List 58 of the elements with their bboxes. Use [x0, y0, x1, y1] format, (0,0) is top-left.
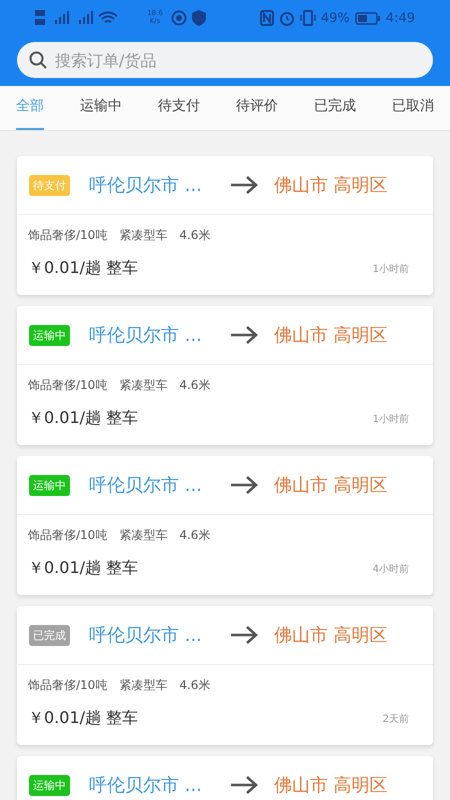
cargo-info: 饰品奢侈/10吨	[28, 677, 108, 694]
price-text: ￥0.01/趟 整车	[28, 408, 138, 429]
nfc-icon	[260, 10, 274, 26]
vehicle-length: 4.6米	[179, 377, 210, 394]
vehicle-type: 紧凑型车	[119, 227, 168, 244]
battery-percent: 49%	[320, 10, 350, 26]
destination-city: 佛山市 高明区	[274, 774, 388, 797]
vehicle-length: 4.6米	[179, 527, 210, 544]
vehicle-type: 紧凑型车	[119, 377, 168, 394]
status-badge: 已完成	[29, 624, 70, 646]
origin-city: 呼伦贝尔市 ...	[89, 474, 203, 497]
price-text: ￥0.01/趟 整车	[28, 258, 138, 279]
arrow-icon	[230, 325, 258, 345]
destination-city: 佛山市 高明区	[274, 174, 388, 197]
shield-icon	[192, 10, 206, 26]
origin-city: 呼伦贝尔市 ...	[89, 624, 203, 647]
status-badge: 运输中	[29, 324, 70, 346]
vibrate-icon	[300, 10, 316, 26]
filter-tab[interactable]: 已完成	[314, 86, 356, 130]
timestamp: 1小时前	[372, 412, 409, 426]
vehicle-length: 4.6米	[179, 227, 210, 244]
order-card[interactable]: 运输中 呼伦贝尔市 ... 佛山市 高明区 饰品奢侈/10吨 紧凑型车 4.6米 ￥0.01/趟 整车 4小时前	[17, 456, 433, 595]
battery-icon	[354, 12, 381, 24]
arrow-icon	[230, 475, 258, 495]
timestamp: 2天前	[382, 712, 409, 726]
origin-city: 呼伦贝尔市 ...	[89, 774, 203, 797]
filter-tab[interactable]: 待支付	[158, 86, 200, 130]
vehicle-type: 紧凑型车	[119, 677, 168, 694]
status-badge: 运输中	[29, 474, 70, 496]
status-badge: 待支付	[29, 174, 70, 196]
cargo-info: 饰品奢侈/10吨	[28, 527, 108, 544]
destination-city: 佛山市 高明区	[274, 474, 388, 497]
order-card[interactable]: 运输中 呼伦贝尔市 ... 佛山市 高明区 饰品奢侈/10吨 紧凑型车 4.6米 ￥0.01/趟 整车 1小时前	[17, 306, 433, 445]
search-field[interactable]: 搜索订单/货品	[17, 42, 433, 78]
timestamp: 1小时前	[372, 262, 409, 276]
filter-tab[interactable]: 运输中	[80, 86, 122, 130]
order-card[interactable]: 待支付 呼伦贝尔市 ... 佛山市 高明区 饰品奢侈/10吨 紧凑型车 4.6米 ￥0.01/趟 整车 1小时前	[17, 156, 433, 295]
status-badge: 运输中	[29, 774, 70, 796]
destination-city: 佛山市 高明区	[274, 624, 388, 647]
cargo-info: 饰品奢侈/10吨	[28, 377, 108, 394]
order-card[interactable]: 已完成 呼伦贝尔市 ... 佛山市 高明区 饰品奢侈/10吨 紧凑型车 4.6米 ￥0.01/趟 整车 2天前	[17, 606, 433, 745]
filter-tab[interactable]: 待评价	[236, 86, 278, 130]
price-text: ￥0.01/趟 整车	[28, 558, 138, 579]
clock: 4:49	[386, 10, 415, 26]
app-icon	[171, 10, 187, 26]
origin-city: 呼伦贝尔市 ...	[89, 324, 203, 347]
cargo-info: 饰品奢侈/10吨	[28, 227, 108, 244]
vehicle-length: 4.6米	[179, 677, 210, 694]
price-text: ￥0.01/趟 整车	[28, 708, 138, 729]
arrow-icon	[230, 775, 258, 795]
filter-tab[interactable]: 已取消	[392, 86, 434, 130]
alarm-icon	[278, 10, 295, 26]
origin-city: 呼伦贝尔市 ...	[89, 174, 203, 197]
destination-city: 佛山市 高明区	[274, 324, 388, 347]
timestamp: 4小时前	[372, 562, 409, 576]
vehicle-type: 紧凑型车	[119, 527, 168, 544]
arrow-icon	[230, 175, 258, 195]
arrow-icon	[230, 625, 258, 645]
